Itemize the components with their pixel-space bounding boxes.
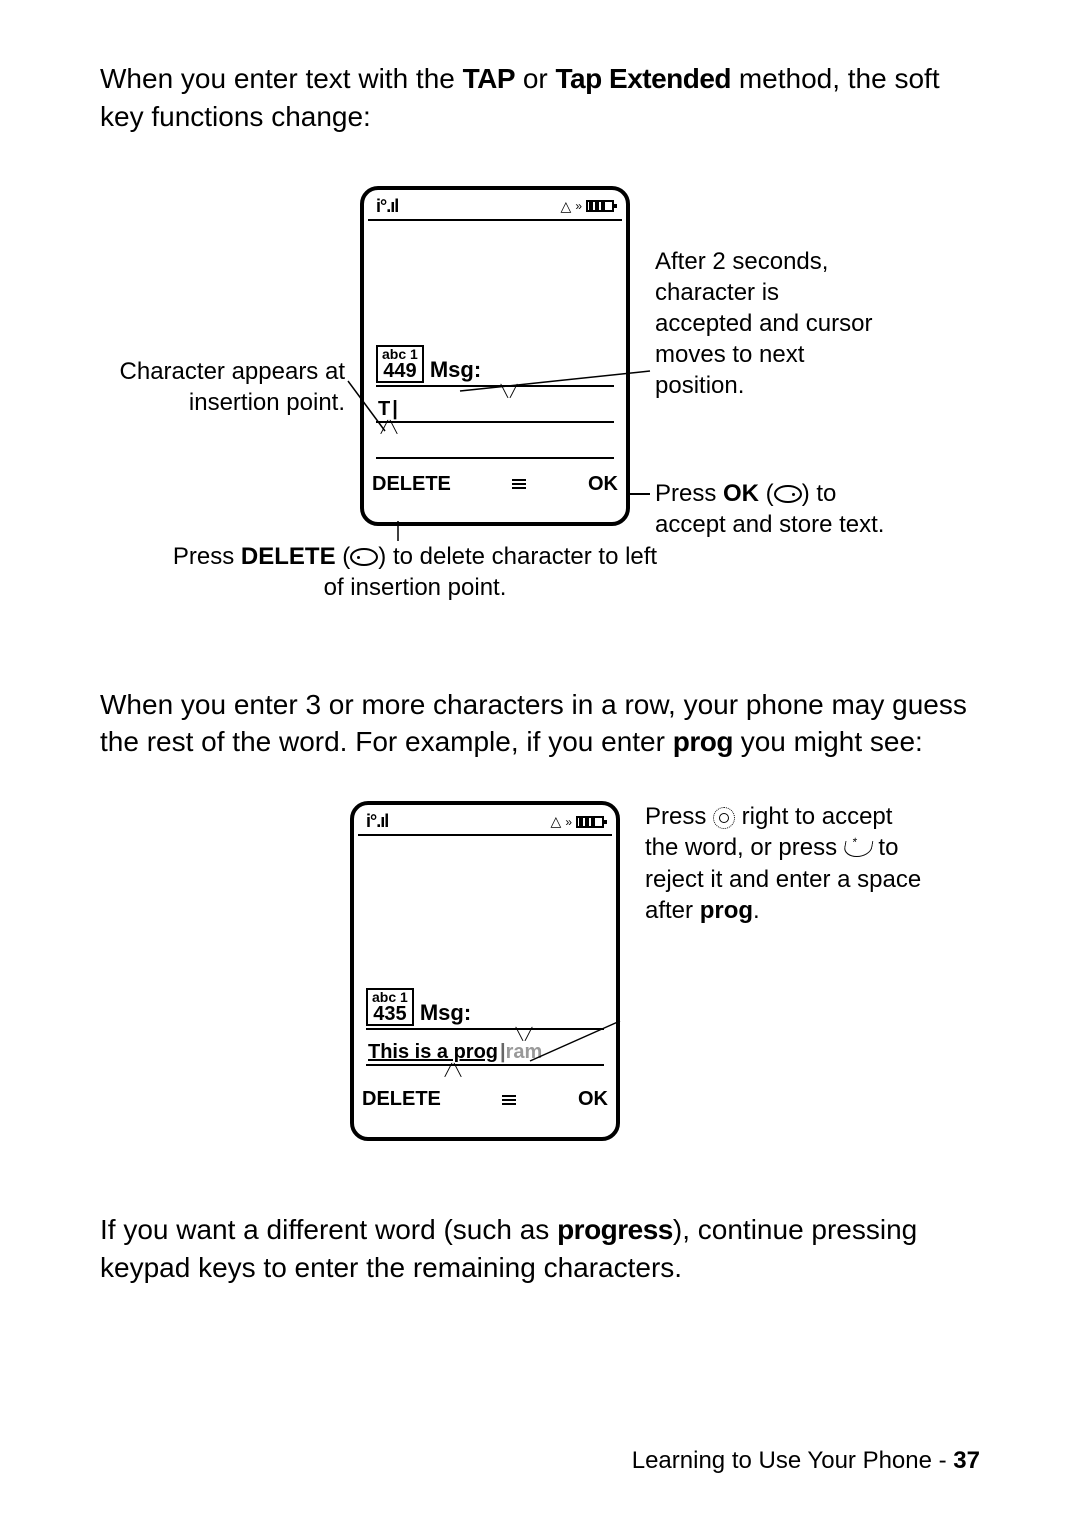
- status-bar: i°.ıl △ »: [358, 807, 612, 836]
- callout-press-ok: Press OK () to accept and store text.: [655, 478, 905, 540]
- signal-icon: i°.ıl: [376, 196, 398, 217]
- callout-press-right: Press right to accept the word, or press…: [645, 801, 925, 926]
- page-footer: Learning to Use Your Phone - 37: [632, 1447, 980, 1475]
- caret-up-icon: ╱╲: [444, 1066, 464, 1074]
- caret-down-icon: ╲╱: [404, 387, 616, 395]
- intro-paragraph-1: When you enter text with the TAP or Tap …: [100, 60, 990, 136]
- text: or: [515, 63, 555, 94]
- text: Press: [655, 480, 723, 507]
- text-input-line[interactable]: T|: [376, 397, 614, 423]
- ok-softkey[interactable]: OK: [578, 1088, 608, 1111]
- text: When you enter text with the: [100, 63, 463, 94]
- intro-paragraph-2: When you enter 3 or more characters in a…: [100, 686, 990, 762]
- callout-after-2-seconds: After 2 seconds, character is accepted a…: [655, 246, 875, 402]
- text: (: [336, 543, 351, 570]
- suggested-text: ram: [506, 1041, 543, 1064]
- nav-left-icon: [350, 548, 378, 566]
- char-count: 449: [382, 361, 418, 381]
- mode-label: abc 1: [382, 347, 418, 361]
- text: Press: [645, 803, 713, 830]
- nav-center-icon: [713, 807, 735, 829]
- diagram-1: i°.ıl △ » abc 1 449 Msg: ╲╱ T| ╱╲: [100, 176, 990, 636]
- delete-softkey[interactable]: DELETE: [372, 473, 451, 496]
- status-right: △ »: [561, 198, 614, 215]
- softkey-row: DELETE OK: [364, 465, 626, 500]
- softkey-row: DELETE OK: [354, 1080, 616, 1115]
- text-mode-box: abc 1 449: [376, 345, 424, 383]
- section-title: Learning to Use Your Phone -: [632, 1447, 954, 1474]
- char-count: 435: [372, 1004, 408, 1024]
- delete-softkey[interactable]: DELETE: [362, 1088, 441, 1111]
- text: If you want a different word (such as: [100, 1214, 557, 1245]
- caret-up-icon: ╱╲: [380, 423, 400, 431]
- text: (: [759, 480, 774, 507]
- text: Character appears at insertion point.: [120, 358, 345, 416]
- typed-text: T: [376, 398, 390, 421]
- text: After 2 seconds, character is accepted a…: [655, 248, 872, 400]
- progress-label: progress: [557, 1214, 673, 1245]
- page-number: 37: [953, 1447, 980, 1474]
- typed-text: This is a prog: [366, 1041, 498, 1064]
- ok-softkey[interactable]: OK: [588, 473, 618, 496]
- callout-char-appears: Character appears at insertion point.: [90, 356, 345, 418]
- nav-right-icon: [774, 485, 802, 503]
- message-header-line: abc 1 449 Msg:: [376, 345, 614, 387]
- message-header-line: abc 1 435 Msg:: [366, 988, 604, 1030]
- phone-screen-2: i°.ıl △ » abc 1 435 Msg: ╲╱ This is a pr…: [350, 801, 620, 1141]
- text-mode-box: abc 1 435: [366, 988, 414, 1026]
- delete-label: DELETE: [241, 543, 336, 570]
- prog-label: prog: [673, 726, 733, 757]
- caret-down-icon: ╲╱: [444, 1030, 606, 1038]
- sound-icon: »: [575, 199, 582, 213]
- cursor: |: [498, 1041, 506, 1064]
- mode-label: abc 1: [372, 990, 408, 1004]
- battery-icon: [586, 200, 614, 212]
- cursor: |: [390, 398, 398, 421]
- outro-paragraph: If you want a different word (such as pr…: [100, 1211, 990, 1287]
- sound-icon: »: [565, 815, 572, 829]
- text: Press: [173, 543, 241, 570]
- msg-label: Msg:: [430, 357, 481, 383]
- text: .: [753, 897, 760, 924]
- phone-screen-1: i°.ıl △ » abc 1 449 Msg: ╲╱ T| ╱╲: [360, 186, 630, 526]
- tap-label: TAP: [463, 63, 515, 94]
- text-input-line-2[interactable]: [376, 433, 614, 459]
- callout-press-delete: Press DELETE () to delete character to l…: [170, 541, 660, 603]
- tap-extended-label: Tap Extended: [556, 63, 732, 94]
- menu-icon[interactable]: [502, 1093, 516, 1107]
- prog-label: prog: [700, 897, 753, 924]
- menu-icon[interactable]: [512, 477, 526, 491]
- status-right: △ »: [551, 813, 604, 830]
- star-key-icon: [842, 841, 873, 857]
- ok-label: OK: [723, 480, 759, 507]
- bell-icon: △: [561, 198, 572, 215]
- diagram-2: i°.ıl △ » abc 1 435 Msg: ╲╱ This is a pr…: [100, 791, 990, 1171]
- msg-label: Msg:: [420, 1000, 471, 1026]
- status-bar: i°.ıl △ »: [368, 192, 622, 221]
- battery-icon: [576, 816, 604, 828]
- text: you might see:: [733, 726, 923, 757]
- bell-icon: △: [551, 813, 562, 830]
- text-input-line[interactable]: This is a prog| ram: [366, 1040, 604, 1066]
- signal-icon: i°.ıl: [366, 811, 388, 832]
